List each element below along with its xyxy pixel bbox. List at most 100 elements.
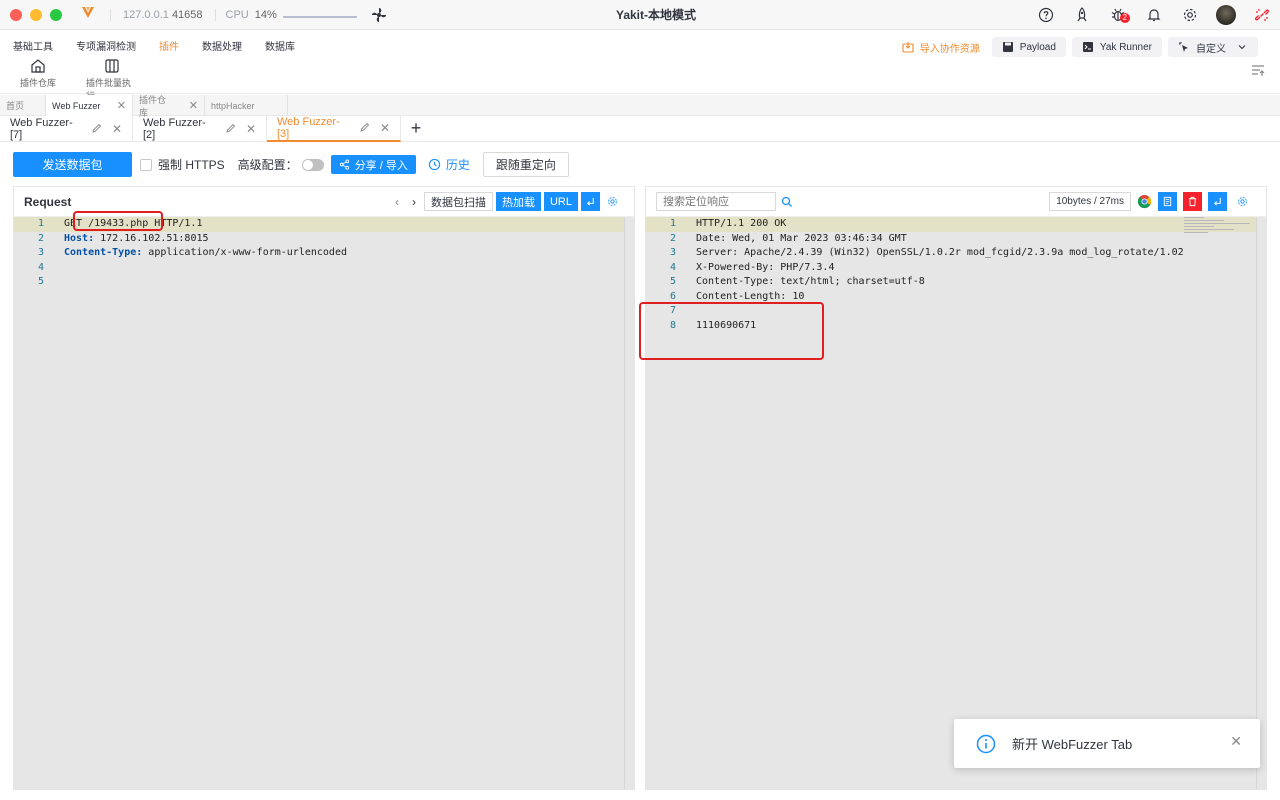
page-tab-plugin-store[interactable]: 插件仓库 ✕	[133, 95, 205, 118]
history-button[interactable]: 历史	[428, 156, 470, 173]
code-line: 5	[14, 275, 634, 290]
close-window-button[interactable]	[10, 8, 22, 21]
menu-basic-tools[interactable]: 基础工具	[13, 38, 53, 53]
cursor-click-icon	[1179, 42, 1188, 52]
fuzzer-tab-7[interactable]: Web Fuzzer-[7] ✕	[0, 116, 133, 142]
line-number: 5	[669, 276, 676, 287]
line-number: 5	[37, 276, 44, 287]
trash-icon[interactable]	[1183, 192, 1202, 211]
toast-message: 新开 WebFuzzer Tab	[1012, 737, 1133, 752]
edit-pencil-icon[interactable]	[92, 123, 102, 136]
yak-runner-button[interactable]: Yak Runner	[1071, 37, 1162, 57]
code-text: Content-Type: application/x-www-form-url…	[64, 246, 347, 261]
code-text: Content-Type: text/html; charset=utf-8	[696, 276, 925, 287]
close-icon[interactable]: ✕	[1230, 733, 1242, 750]
editor-minimap[interactable]	[1184, 217, 1250, 233]
line-number: 2	[37, 232, 44, 244]
main-menu: 基础工具 专项漏洞检测 插件 数据处理 数据库 插件仓库 插件批量执行 导入协作…	[0, 30, 1280, 101]
code-text: HTTP/1.1 200 OK	[696, 218, 787, 229]
payload-button[interactable]: Payload	[991, 37, 1066, 57]
document-icon[interactable]	[1158, 192, 1177, 211]
history-label: 历史	[445, 158, 470, 172]
code-line: 3 Server: Apache/2.4.39 (Win32) OpenSSL/1…	[646, 246, 1266, 261]
page-tab-webfuzzer[interactable]: Web Fuzzer ✕	[46, 95, 133, 116]
checkbox-box[interactable]	[140, 158, 152, 171]
search-icon[interactable]	[781, 196, 793, 208]
edit-pencil-icon[interactable]	[360, 122, 370, 135]
terminal-icon	[1082, 42, 1093, 52]
chevron-left-icon[interactable]: ‹	[390, 195, 404, 209]
packet-scan-button[interactable]: 数据包扫描	[423, 192, 493, 211]
menu-plugins[interactable]: 插件	[159, 38, 179, 53]
close-icon[interactable]: ✕	[112, 122, 122, 136]
edit-pencil-icon[interactable]	[226, 123, 236, 136]
editor-scrollbar[interactable]	[624, 217, 634, 789]
chevron-right-icon[interactable]: ›	[407, 195, 421, 209]
code-text: Server: Apache/2.4.39 (Win32) OpenSSL/1.…	[696, 247, 1184, 258]
chevron-down-icon	[1238, 45, 1246, 50]
advanced-config-toggle[interactable]	[301, 158, 324, 171]
info-icon	[976, 734, 996, 753]
enter-return-icon[interactable]	[581, 192, 600, 211]
request-editor[interactable]: 1 GET /19433.php HTTP/1.1 2 Host: 172.16…	[14, 217, 634, 789]
editor-settings-gear-icon[interactable]	[603, 192, 622, 211]
annotation-box-response-body	[639, 302, 824, 360]
page-tab-httphacker[interactable]: httpHacker	[205, 95, 288, 116]
user-avatar[interactable]	[1208, 5, 1244, 25]
fuzzer-tabs: Web Fuzzer-[7] ✕ Web Fuzzer-[2] ✕ Web Fu…	[0, 116, 1280, 142]
menu-database[interactable]: 数据库	[265, 38, 295, 53]
fuzzer-tab-3[interactable]: Web Fuzzer-[3] ✕	[267, 116, 401, 142]
menu-data-processing[interactable]: 数据处理	[202, 38, 242, 53]
fan-icon[interactable]	[371, 7, 387, 23]
minimize-window-button[interactable]	[30, 8, 42, 21]
code-line: 4	[14, 261, 634, 276]
fuzzer-tab-7-label: Web Fuzzer-[7]	[10, 117, 73, 141]
send-packet-button[interactable]: 发送数据包	[13, 152, 132, 177]
bug-icon[interactable]: 2	[1100, 7, 1136, 23]
maximize-window-button[interactable]	[50, 8, 62, 21]
line-number: 1	[669, 218, 676, 229]
editor-settings-gear-icon[interactable]	[1233, 192, 1252, 211]
response-search-input[interactable]	[656, 192, 776, 211]
payload-label: Payload	[1019, 41, 1056, 53]
custom-menu-select[interactable]: 自定义	[1168, 37, 1258, 57]
code-text: Date: Wed, 01 Mar 2023 03:46:34 GMT	[696, 232, 907, 244]
rocket-icon[interactable]	[1064, 7, 1100, 23]
hotload-button[interactable]: 热加载	[495, 192, 541, 211]
history-icon	[428, 158, 441, 171]
editor-scrollbar[interactable]	[1256, 217, 1266, 789]
add-tab-plus-icon[interactable]: +	[401, 116, 431, 141]
settings-gear-icon[interactable]	[1172, 7, 1208, 23]
response-size-time: 10bytes / 27ms	[1049, 192, 1131, 211]
batch-icon	[105, 59, 119, 73]
engine-host: 127.0.0.1	[123, 8, 169, 21]
enter-return-icon[interactable]	[1208, 192, 1227, 211]
follow-redirect-button[interactable]: 跟随重定向	[482, 152, 569, 177]
share-import-label: 分享 / 导入	[354, 159, 408, 172]
code-line: 2 Host: 172.16.102.51:8015	[14, 232, 634, 247]
close-icon[interactable]: ✕	[246, 122, 256, 136]
share-import-button[interactable]: 分享 / 导入	[330, 155, 416, 174]
help-icon[interactable]	[1028, 7, 1064, 23]
menu-vuln-detection[interactable]: 专项漏洞检测	[76, 38, 136, 53]
import-icon	[902, 42, 914, 53]
page-tab-home[interactable]: 首页	[0, 95, 46, 116]
import-collab-link[interactable]: 导入协作资源	[896, 40, 986, 55]
fuzzer-tab-3-label: Web Fuzzer-[3]	[277, 116, 340, 140]
store-icon	[31, 59, 45, 73]
collapse-menu-icon[interactable]	[1250, 63, 1266, 79]
fuzzer-tab-2[interactable]: Web Fuzzer-[2] ✕	[133, 116, 267, 142]
header-key: Content-Type:	[64, 247, 143, 258]
close-icon[interactable]: ✕	[117, 99, 126, 112]
line-number: 4	[669, 261, 676, 273]
force-https-checkbox[interactable]: 强制 HTTPS	[140, 156, 225, 173]
url-button[interactable]: URL	[543, 192, 578, 211]
close-icon[interactable]: ✕	[189, 99, 198, 112]
chrome-browser-icon[interactable]	[1137, 194, 1152, 209]
page-tabs: 首页 Web Fuzzer ✕ 插件仓库 ✕ httpHacker	[0, 95, 1280, 118]
close-icon[interactable]: ✕	[380, 121, 390, 135]
page-tab-webfuzzer-label: Web Fuzzer	[52, 100, 101, 111]
disconnect-link-icon[interactable]	[1244, 7, 1280, 23]
bell-icon[interactable]	[1136, 7, 1172, 23]
fuzzer-tab-2-label: Web Fuzzer-[2]	[143, 117, 206, 141]
